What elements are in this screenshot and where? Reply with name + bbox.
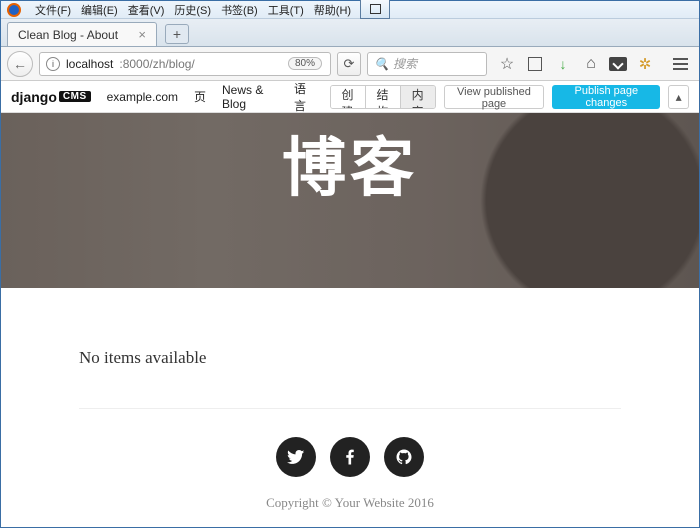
site-info-icon[interactable]: i [46,57,60,71]
page-content-scroll[interactable]: 博客 No items available Copyright © Your W… [1,113,699,527]
github-link[interactable] [384,437,424,477]
cms-create-button[interactable]: 创建 [331,86,365,108]
downloads-icon[interactable] [553,54,573,74]
menu-view[interactable]: 查看(V) [128,2,165,18]
cms-structure-button[interactable]: 结构 [365,86,400,108]
menu-help[interactable]: 帮助(H) [314,2,351,18]
cms-more-caret[interactable]: ▴ [668,85,689,109]
bookmarks-list-icon[interactable] [525,54,545,74]
tab-title: Clean Blog - About [18,28,118,42]
copyright-text: Copyright © Your Website 2016 [79,495,621,521]
menu-bookmarks[interactable]: 书签(B) [221,2,258,18]
new-tab-button[interactable]: + [165,24,189,44]
menu-file[interactable]: 文件(F) [35,2,71,18]
twitter-icon [287,448,305,466]
cms-toolbar: django CMS example.com 页 News & Blog 语言 … [1,81,699,113]
search-placeholder: 搜索 [393,55,417,72]
browser-tab-active[interactable]: Clean Blog - About × [7,22,157,46]
twitter-link[interactable] [276,437,316,477]
url-host: localhost [66,57,113,71]
url-bar[interactable]: i localhost :8000/zh/blog/ 80% [39,52,331,76]
cms-logo-badge: CMS [59,91,91,102]
cms-logo-text: django [11,89,57,105]
os-menubar[interactable]: 文件(F) 编辑(E) 查看(V) 历史(S) 书签(B) 工具(T) 帮助(H… [1,1,699,19]
github-icon [395,448,413,466]
facebook-icon [341,448,359,466]
cms-nav-page[interactable]: 页 [194,88,206,105]
back-button[interactable]: ← [7,51,33,77]
facebook-link[interactable] [330,437,370,477]
menu-edit[interactable]: 编辑(E) [81,2,118,18]
cms-nav-news[interactable]: News & Blog [222,83,278,111]
hamburger-menu-button[interactable] [667,51,693,77]
cms-logo[interactable]: django CMS [11,89,91,105]
view-published-button[interactable]: View published page [444,85,545,109]
hero-title: 博客 [282,117,418,209]
zoom-level-badge[interactable]: 80% [288,57,322,70]
home-icon[interactable] [581,54,601,74]
window-maximize-button[interactable] [360,0,390,19]
social-links [79,437,621,477]
menu-tools[interactable]: 工具(T) [268,2,304,18]
hero-banner: 博客 [1,113,699,288]
firefox-icon [7,3,21,17]
menu-history[interactable]: 历史(S) [174,2,211,18]
publish-changes-button[interactable]: Publish page changes [552,85,660,109]
reload-button[interactable]: ⟳ [337,52,361,76]
search-box[interactable]: 🔍 搜索 [367,52,487,76]
search-icon: 🔍 [374,57,389,71]
footer-divider [79,408,621,409]
cms-nav-lang[interactable]: 语言 [294,80,314,114]
tab-close-icon[interactable]: × [138,27,146,42]
pocket-icon[interactable] [609,57,627,71]
cms-site-link[interactable]: example.com [107,90,178,104]
cms-content-button[interactable]: 内容 [400,86,435,108]
addon-icon[interactable] [635,54,655,74]
browser-tab-strip: Clean Blog - About × + [1,19,699,47]
url-path: :8000/zh/blog/ [119,57,194,71]
bookmark-star-icon[interactable] [497,54,517,74]
no-items-message: No items available [79,348,621,368]
browser-nav-toolbar: ← i localhost :8000/zh/blog/ 80% ⟳ 🔍 搜索 [1,47,699,81]
cms-mode-segment: 创建 结构 内容 [330,85,436,109]
